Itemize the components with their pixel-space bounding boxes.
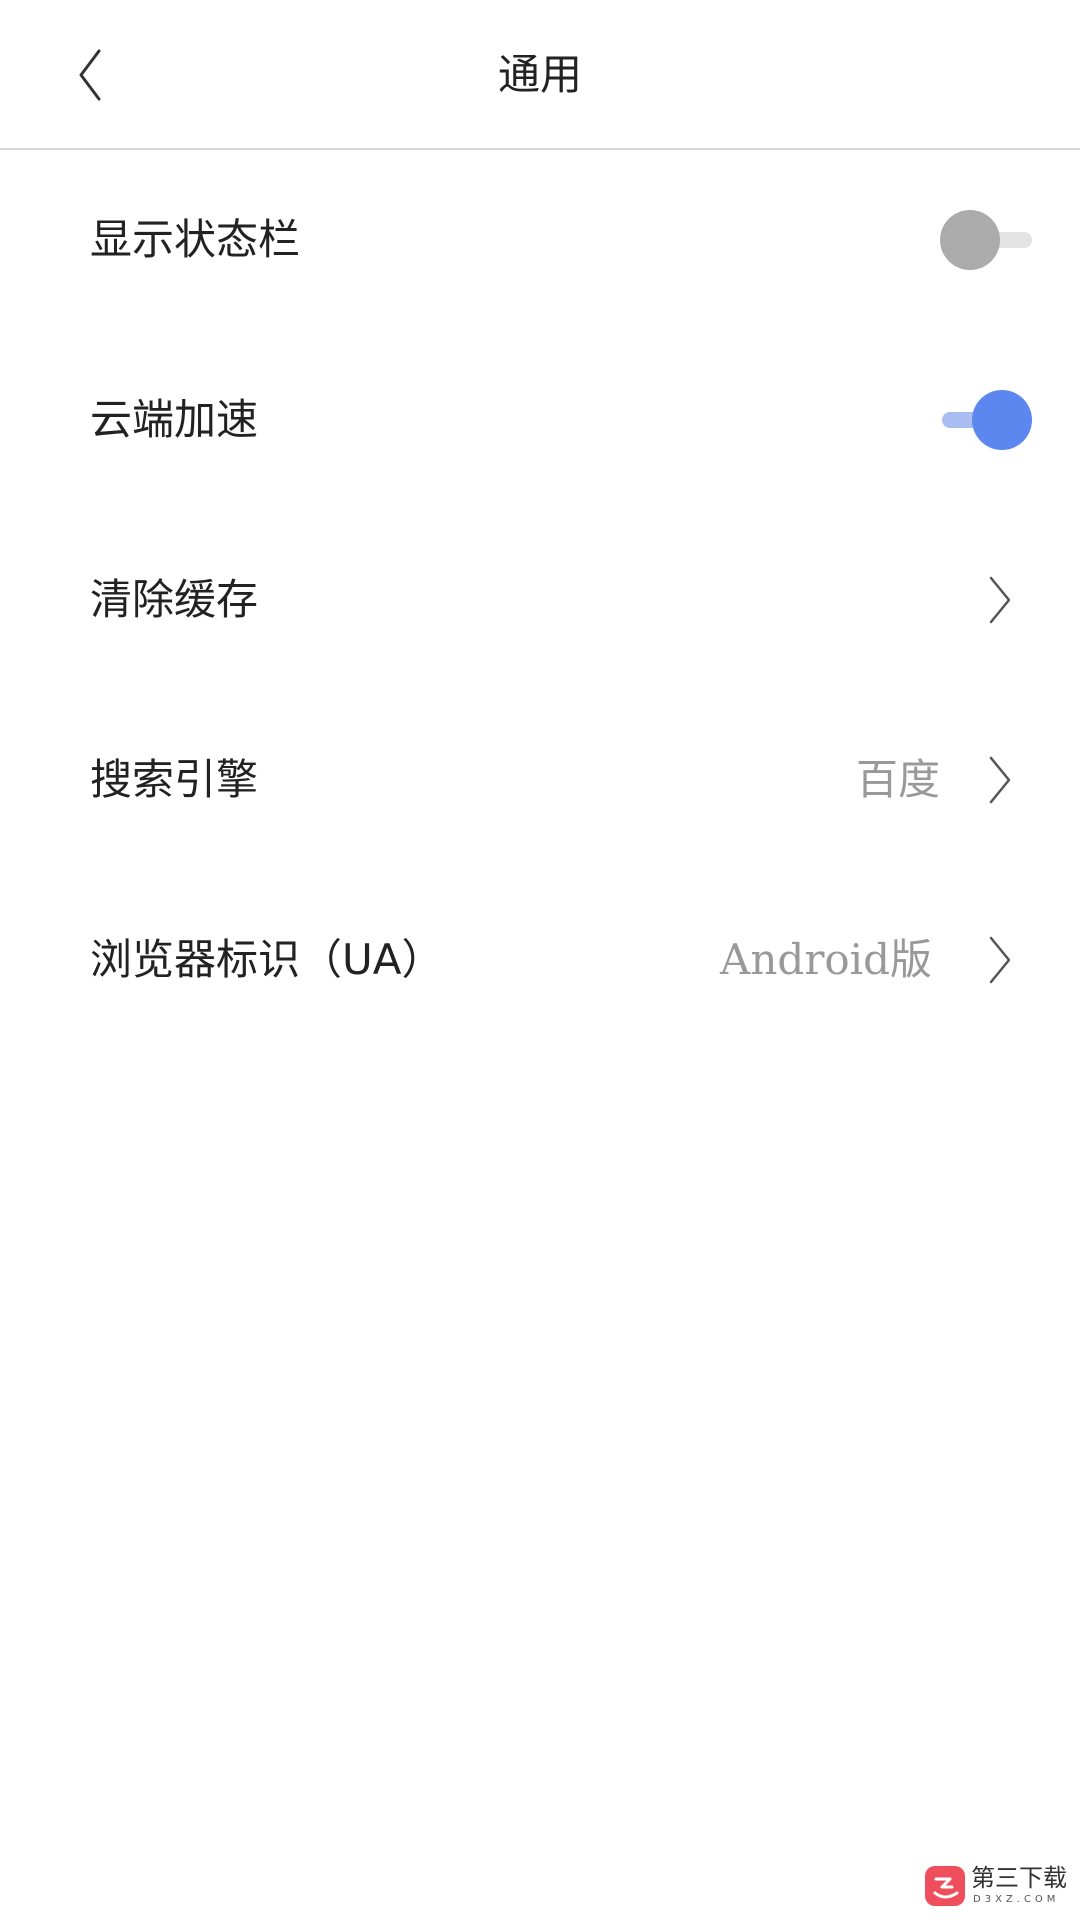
watermark-brand: 第三下载 [971, 1864, 1067, 1892]
setting-label: 浏览器标识（UA） [90, 935, 444, 984]
chevron-right-icon [989, 936, 1011, 984]
setting-label: 清除缓存 [90, 575, 259, 624]
cloud-acceleration-toggle[interactable] [940, 390, 1034, 450]
setting-row-user-agent[interactable]: 浏览器标识（UA） Android版 [0, 870, 1080, 1050]
top-bar: 通用 [0, 0, 1080, 150]
setting-row-clear-cache[interactable]: 清除缓存 [0, 510, 1080, 690]
toggle-knob [972, 390, 1032, 450]
settings-page: 通用 显示状态栏 云端加速 清除缓存 搜索引擎 百度 浏览器标识（UA） And [0, 0, 1080, 1920]
toggle-knob [940, 210, 1000, 270]
status-bar-toggle[interactable] [940, 210, 1034, 270]
user-agent-value: Android版 [720, 935, 932, 984]
setting-row-search-engine[interactable]: 搜索引擎 百度 [0, 690, 1080, 870]
setting-row-cloud-acceleration[interactable]: 云端加速 [0, 330, 1080, 510]
search-engine-value: 百度 [855, 755, 940, 804]
setting-label: 云端加速 [90, 395, 259, 444]
setting-row-status-bar[interactable]: 显示状态栏 [0, 150, 1080, 330]
setting-label: 搜索引擎 [90, 755, 259, 804]
watermark-domain: D3XZ.COM [973, 1894, 1060, 1905]
watermark-logo-icon [925, 1866, 965, 1906]
page-title: 通用 [497, 50, 582, 99]
chevron-right-icon [989, 576, 1011, 624]
watermark: 第三下载 D3XZ.COM [925, 1862, 1075, 1912]
setting-label: 显示状态栏 [90, 215, 301, 264]
chevron-right-icon [989, 756, 1011, 804]
